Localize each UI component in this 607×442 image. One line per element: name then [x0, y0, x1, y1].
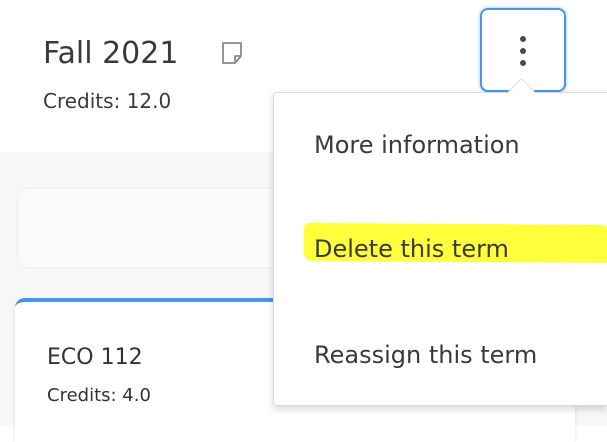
- term-options-menu: More information Delete this term Reassi…: [273, 92, 607, 406]
- note-icon[interactable]: [220, 41, 244, 65]
- course-credits: Credits: 4.0: [47, 385, 151, 406]
- course-code: ECO 112: [47, 345, 143, 370]
- menu-item-delete-term[interactable]: Delete this term: [314, 233, 509, 265]
- term-credits: Credits: 12.0: [43, 89, 172, 113]
- menu-item-reassign-term[interactable]: Reassign this term: [314, 339, 537, 371]
- filter-bar: [17, 188, 309, 268]
- menu-item-more-information[interactable]: More information: [314, 129, 520, 161]
- term-title: Fall 2021: [43, 36, 179, 71]
- vertical-ellipsis-icon: [519, 36, 527, 66]
